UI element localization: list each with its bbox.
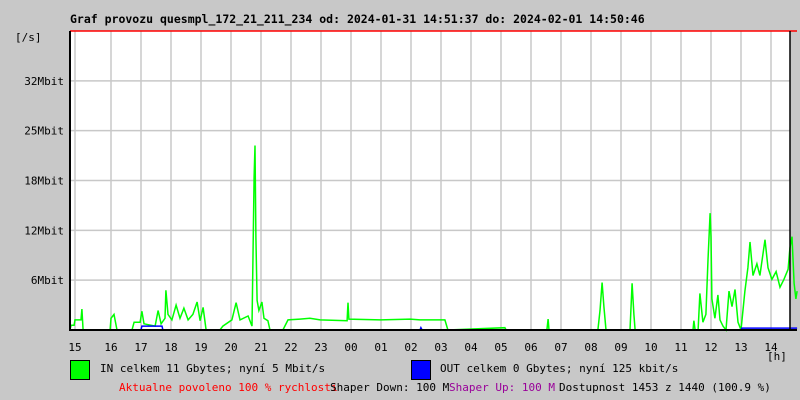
allowed-speed-text: Aktualne povoleno 100 % rychlosti <box>119 381 338 394</box>
x-tick-label: 06 <box>524 341 537 354</box>
y-tick-label: 32Mbit <box>24 75 64 88</box>
plot-area: 6Mbit 12Mbit 18Mbit 25Mbit 32Mbit 15 16 17 18 19 2… <box>24 30 798 354</box>
legend-in-label: IN celkem 11 Gbytes; nyní 5 Mbit/s <box>100 362 326 375</box>
x-tick-label: 13 <box>734 341 747 354</box>
x-axis-unit: [h] <box>767 350 787 363</box>
x-tick-label: 00 <box>344 341 357 354</box>
availability-text: Dostupnost 1453 z 1440 (100.9 %) <box>559 381 771 394</box>
x-tick-label: 03 <box>434 341 447 354</box>
x-tick-label: 16 <box>104 341 117 354</box>
x-tick-label: 04 <box>464 341 478 354</box>
legend-in-swatch <box>70 360 90 380</box>
y-tick-label: 18Mbit <box>24 175 64 188</box>
shaper-up-text: Shaper Up: 100 M <box>449 381 555 394</box>
legend-out-label: OUT celkem 0 Gbytes; nyní 125 kbit/s <box>440 362 679 375</box>
legend-out-swatch <box>411 360 431 380</box>
x-tick-label: 07 <box>554 341 567 354</box>
x-tick-label: 12 <box>704 341 717 354</box>
x-tick-label: 05 <box>494 341 507 354</box>
y-tick-label: 12Mbit <box>24 224 64 237</box>
x-tick-label: 10 <box>644 341 657 354</box>
traffic-graph: Graf provozu quesmpl_172_21_211_234 od: … <box>0 0 800 400</box>
x-tick-label: 18 <box>164 341 177 354</box>
x-tick-label: 11 <box>674 341 687 354</box>
x-tick-label: 23 <box>314 341 327 354</box>
x-tick-label: 09 <box>614 341 627 354</box>
y-tick-label: 6Mbit <box>31 274 64 287</box>
x-tick-label: 21 <box>254 341 267 354</box>
shaper-down-text: Shaper Down: 100 M <box>330 381 450 394</box>
y-tick-label: 25Mbit <box>24 125 64 138</box>
x-tick-label: 19 <box>194 341 207 354</box>
x-tick-label: 02 <box>404 341 417 354</box>
x-tick-label: 22 <box>284 341 297 354</box>
x-tick-label: 17 <box>134 341 147 354</box>
x-tick-label: 01 <box>374 341 387 354</box>
x-tick-label: 20 <box>224 341 237 354</box>
x-tick-label: 08 <box>584 341 597 354</box>
x-tick-label: 15 <box>68 341 81 354</box>
